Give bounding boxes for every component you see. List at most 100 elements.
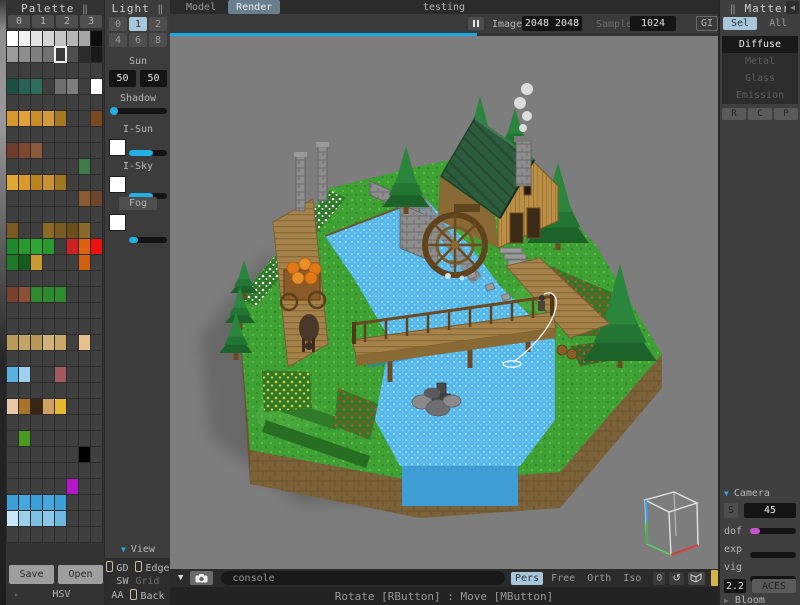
palette-cell[interactable] [79, 511, 90, 526]
palette-cell[interactable] [31, 79, 42, 94]
save-button[interactable]: Save [9, 565, 54, 584]
viewport-canvas[interactable] [170, 36, 718, 569]
palette-cell[interactable] [91, 511, 102, 526]
palette-cell[interactable] [31, 31, 42, 46]
palette-cell[interactable] [91, 223, 102, 238]
fog-button[interactable]: Fog [119, 197, 157, 210]
palette-cell[interactable] [55, 463, 66, 478]
palette-cell[interactable] [91, 159, 102, 174]
palette-cell[interactable] [31, 143, 42, 158]
palette-cell[interactable] [55, 479, 66, 494]
palette-cell[interactable] [7, 191, 18, 206]
palette-cell[interactable] [31, 415, 42, 430]
palette-cell[interactable] [43, 287, 54, 302]
fog-color-swatch[interactable] [109, 214, 126, 231]
palette-cell[interactable] [19, 239, 30, 254]
palette-cell[interactable] [43, 303, 54, 318]
palette-cell[interactable] [67, 47, 78, 62]
palette-cell[interactable] [79, 479, 90, 494]
palette-cell[interactable] [43, 191, 54, 206]
palette-cell[interactable] [91, 95, 102, 110]
palette-cell[interactable] [7, 47, 18, 62]
projection-tab-iso[interactable]: Iso [619, 572, 645, 585]
view-collapse-icon[interactable]: ▼ [121, 545, 126, 554]
view-section-header[interactable]: ▼ View [105, 544, 171, 555]
palette-cell[interactable] [91, 431, 102, 446]
palette-cell[interactable] [67, 175, 78, 190]
exp-slider[interactable] [750, 552, 796, 558]
palette-cell[interactable] [55, 527, 66, 542]
palette-cell[interactable] [31, 367, 42, 382]
palette-cell[interactable] [43, 495, 54, 510]
palette-cell[interactable] [19, 47, 30, 62]
palette-cell[interactable] [31, 207, 42, 222]
sun-height-field[interactable]: 50 [140, 70, 167, 87]
palette-cell[interactable] [91, 271, 102, 286]
sample-value-field[interactable]: 1024 [630, 16, 676, 31]
palette-cell[interactable] [19, 463, 30, 478]
isun-color-swatch[interactable] [109, 139, 126, 156]
palette-cell[interactable] [43, 255, 54, 270]
palette-cell[interactable] [91, 495, 102, 510]
palette-cell[interactable] [91, 287, 102, 302]
reset-view-button[interactable]: ↺ [669, 572, 684, 585]
palette-cell[interactable] [43, 175, 54, 190]
palette-cell[interactable] [31, 335, 42, 350]
palette-cell[interactable] [19, 175, 30, 190]
palette-cell[interactable] [19, 319, 30, 334]
palette-cell[interactable] [79, 159, 90, 174]
palette-cell[interactable] [43, 207, 54, 222]
palette-cell[interactable] [67, 495, 78, 510]
palette-cell[interactable] [19, 287, 30, 302]
palette-cell[interactable] [7, 463, 18, 478]
panel-resize-handle[interactable] [711, 570, 718, 586]
palette-cell[interactable] [43, 463, 54, 478]
light-drag-handle[interactable]: ‖ [157, 4, 164, 15]
palette-cell[interactable] [19, 191, 30, 206]
palette-cell[interactable] [67, 463, 78, 478]
palette-cell[interactable] [67, 111, 78, 126]
palette-cell[interactable] [55, 335, 66, 350]
palette-cell[interactable] [19, 111, 30, 126]
palette-cell[interactable] [67, 303, 78, 318]
palette-cell[interactable] [79, 303, 90, 318]
palette-cell[interactable] [7, 335, 18, 350]
palette-cell[interactable] [19, 63, 30, 78]
palette-cell[interactable] [43, 223, 54, 238]
palette-cell[interactable] [7, 431, 18, 446]
palette-cell[interactable] [31, 479, 42, 494]
palette-cell[interactable] [55, 255, 66, 270]
palette-cell[interactable] [67, 143, 78, 158]
palette-cell[interactable] [19, 383, 30, 398]
palette-cell[interactable] [67, 479, 78, 494]
palette-cell[interactable] [91, 479, 102, 494]
palette-cell[interactable] [55, 303, 66, 318]
palette-tab-2[interactable]: 2 [56, 15, 78, 28]
palette-cell[interactable] [7, 95, 18, 110]
palette-cell[interactable] [7, 447, 18, 462]
fog-slider[interactable] [129, 237, 167, 243]
palette-cell[interactable] [19, 447, 30, 462]
palette-cell[interactable] [31, 255, 42, 270]
matter-mode-metal[interactable]: Metal [722, 53, 798, 70]
palette-cell[interactable] [55, 79, 66, 94]
palette-cell[interactable] [79, 319, 90, 334]
palette-cell[interactable] [31, 463, 42, 478]
palette-cell[interactable] [31, 271, 42, 286]
palette-cell[interactable] [19, 207, 30, 222]
palette-cell[interactable] [7, 175, 18, 190]
palette-cell[interactable] [31, 287, 42, 302]
palette-cell[interactable] [91, 47, 102, 62]
palette-cell[interactable] [67, 223, 78, 238]
palette-cell[interactable] [7, 207, 18, 222]
palette-cell[interactable] [43, 447, 54, 462]
palette-cell[interactable] [55, 191, 66, 206]
gamma-field[interactable]: 2.2 [724, 579, 746, 593]
palette-cell[interactable] [55, 111, 66, 126]
palette-cell[interactable] [91, 111, 102, 126]
palette-cell[interactable] [19, 303, 30, 318]
palette-cell[interactable] [19, 527, 30, 542]
matter-tab-sel[interactable]: Sel [723, 17, 757, 30]
palette-cell[interactable] [19, 31, 30, 46]
palette-cell[interactable] [31, 127, 42, 142]
